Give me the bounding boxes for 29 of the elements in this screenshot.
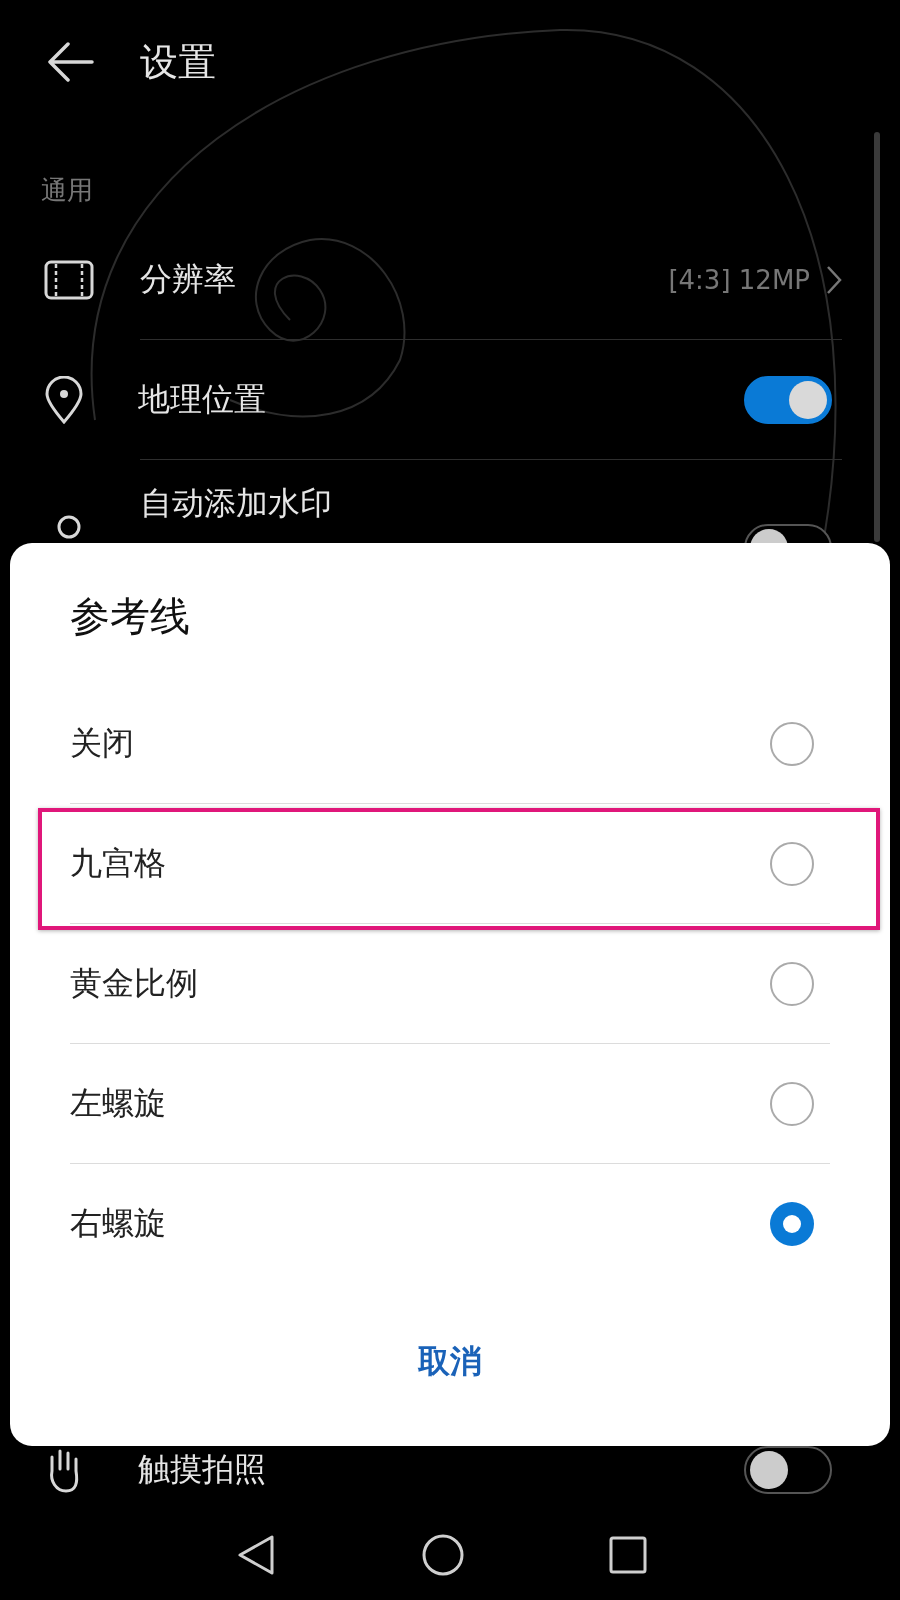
option-label: 关闭 xyxy=(70,723,134,764)
radio-button[interactable] xyxy=(770,722,814,766)
setting-label: 触摸拍照 xyxy=(138,1449,267,1490)
radio-button[interactable] xyxy=(770,842,814,886)
toggle-switch[interactable] xyxy=(744,376,832,424)
option-row[interactable]: 右螺旋 xyxy=(70,1164,814,1284)
location-pin-icon xyxy=(44,376,84,424)
toggle-switch[interactable] xyxy=(744,1446,832,1494)
setting-label: 地理位置 xyxy=(138,379,267,420)
cancel-button[interactable]: 取消 xyxy=(388,1328,512,1396)
option-label: 右螺旋 xyxy=(70,1203,166,1244)
radio-button[interactable] xyxy=(770,1202,814,1246)
setting-value: [4:3] 12MP xyxy=(668,265,810,295)
home-nav-icon[interactable] xyxy=(421,1534,464,1576)
back-nav-icon[interactable] xyxy=(236,1534,276,1576)
option-label: 九宫格 xyxy=(70,843,166,884)
section-label: 通用 xyxy=(40,174,94,207)
film-icon xyxy=(44,260,94,300)
page-title: 设置 xyxy=(140,38,216,86)
dialog-title: 参考线 xyxy=(70,592,191,641)
setting-label: 自动添加水印 xyxy=(140,483,333,524)
radio-button[interactable] xyxy=(770,1082,814,1126)
back-arrow-icon[interactable] xyxy=(46,42,94,82)
option-label: 黄金比例 xyxy=(70,963,198,1004)
chevron-right-icon[interactable] xyxy=(826,265,842,295)
option-label: 左螺旋 xyxy=(70,1083,166,1124)
radio-button[interactable] xyxy=(770,962,814,1006)
recents-nav-icon[interactable] xyxy=(609,1536,647,1574)
setting-label: 分辨率 xyxy=(140,259,237,300)
